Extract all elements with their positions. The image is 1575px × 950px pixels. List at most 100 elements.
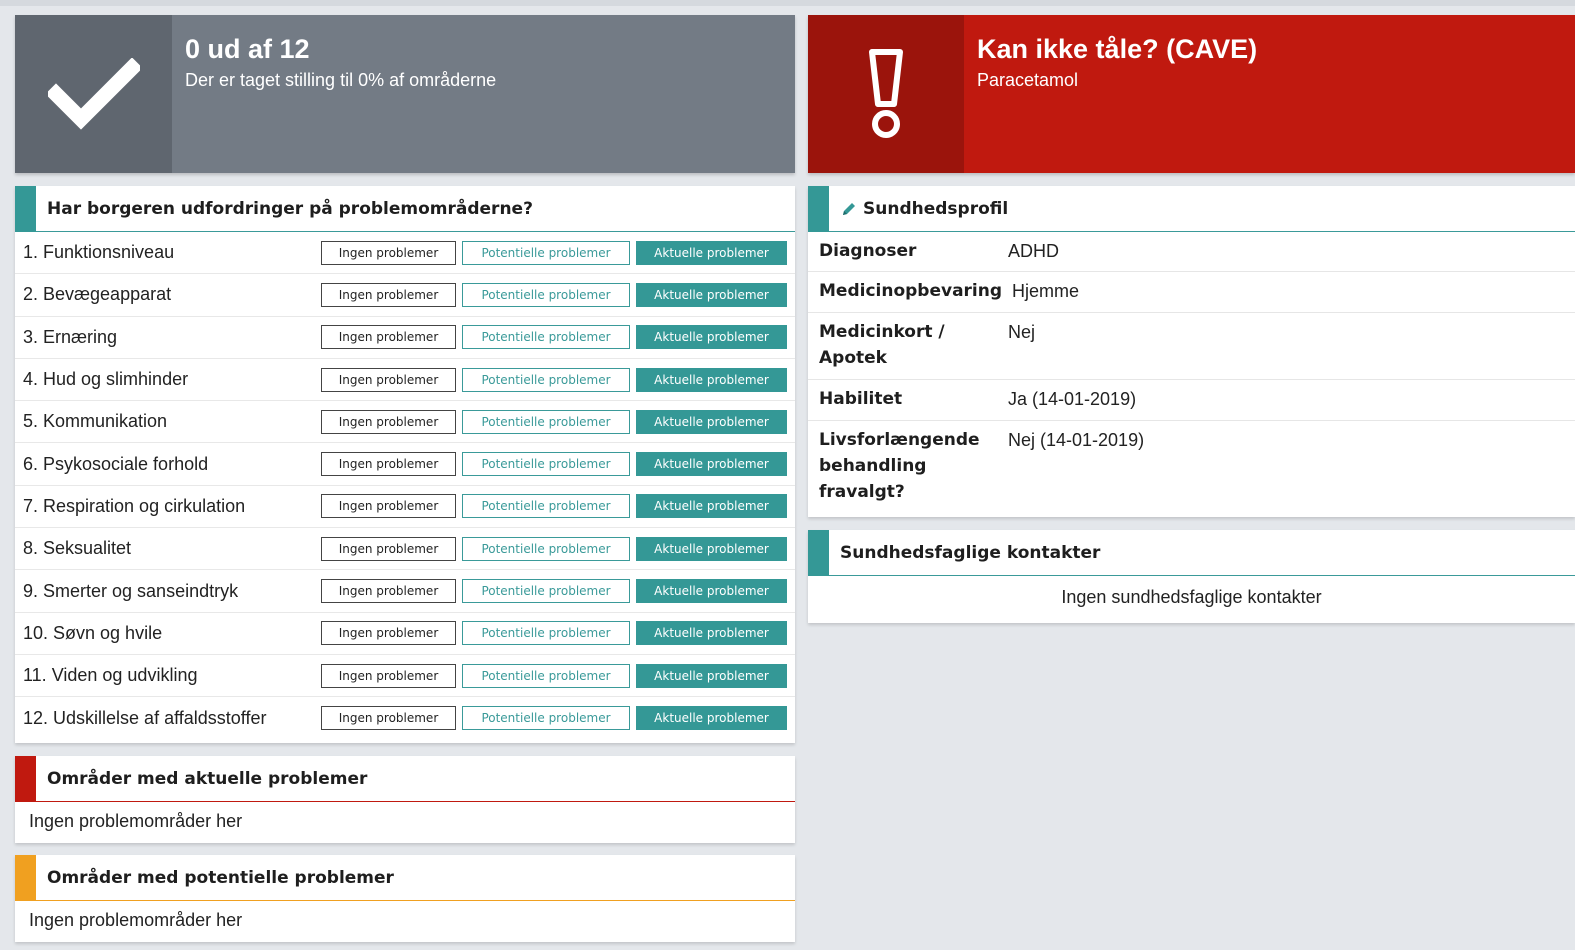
- problem-label: 5. Kommunikation: [23, 411, 168, 432]
- health-profile-panel: Sundhedsprofil Diagnoser ADHD Medicinopbev…: [808, 186, 1575, 517]
- exclamation-icon: [808, 15, 964, 173]
- actual-problems-button[interactable]: Aktuelle problemer: [636, 282, 787, 307]
- potential-problems-button[interactable]: Potentielle problemer: [462, 663, 630, 688]
- potential-problems-button[interactable]: Potentielle problemer: [462, 579, 630, 604]
- actual-problems-button[interactable]: Aktuelle problemer: [636, 579, 787, 604]
- no-problems-button[interactable]: Ingen problemer: [321, 409, 456, 434]
- no-problems-button[interactable]: Ingen problemer: [321, 536, 456, 561]
- edit-pencil-icon[interactable]: [840, 200, 858, 218]
- cave-tile: Kan ikke tåle? (CAVE) Paracetamol: [808, 15, 1575, 173]
- problem-areas-title: Har borgeren udfordringer på problemområ…: [47, 198, 533, 219]
- problem-label: 12. Udskillelse af affaldsstoffer: [23, 707, 267, 728]
- problem-label: 11. Viden og udvikling: [23, 665, 198, 686]
- header-accent: [15, 186, 36, 232]
- problem-row: 8. Seksualitet Ingen problemer Potentielle…: [15, 528, 795, 571]
- health-contacts-empty: Ingen sundhedsfaglige kontakter: [1061, 587, 1322, 607]
- profile-key: Medicinkort / Apotek: [819, 322, 945, 368]
- no-problems-button[interactable]: Ingen problemer: [321, 452, 456, 477]
- actual-problems-button[interactable]: Aktuelle problemer: [636, 452, 787, 477]
- top-strip: [0, 0, 1575, 6]
- problem-list: 1. Funktionsniveau Ingen problemer Potenti…: [15, 232, 795, 740]
- problem-row: 3. Ernæring Ingen problemer Potentielle pr…: [15, 317, 795, 359]
- problem-row: 2. Bevægeapparat Ingen problemer Potentiel…: [15, 274, 795, 317]
- problem-row: 6. Psykosociale forhold Ingen problemer Po…: [15, 443, 795, 486]
- problem-row: 5. Kommunikation Ingen problemer Potentiel…: [15, 401, 795, 444]
- no-problems-button[interactable]: Ingen problemer: [321, 494, 456, 519]
- potential-problems-button[interactable]: Potentielle problemer: [462, 367, 630, 392]
- problem-row: 10. Søvn og hvile Ingen problemer Potentie…: [15, 613, 795, 655]
- no-problems-button[interactable]: Ingen problemer: [321, 325, 456, 350]
- actual-problems-button[interactable]: Aktuelle problemer: [636, 536, 787, 561]
- cave-allergy: Paracetamol: [977, 70, 1079, 90]
- problem-row: 11. Viden og udvikling Ingen problemer Pot…: [15, 655, 795, 698]
- progress-tile: 0 ud af 12 Der er taget stilling til 0% …: [15, 15, 795, 173]
- actual-problems-button[interactable]: Aktuelle problemer: [636, 494, 787, 519]
- health-contacts-panel: Sundhedsfaglige kontakter Ingen sundheds…: [808, 530, 1575, 623]
- actual-problems-button[interactable]: Aktuelle problemer: [636, 325, 787, 350]
- no-problems-button[interactable]: Ingen problemer: [321, 706, 456, 731]
- potential-problems-empty: Ingen problemområder her: [29, 910, 243, 930]
- profile-key: Diagnoser: [819, 241, 917, 261]
- header-accent: [15, 855, 36, 901]
- profile-key: Medicinopbevaring: [819, 281, 1003, 301]
- actual-problems-button[interactable]: Aktuelle problemer: [636, 621, 787, 646]
- potential-problems-button[interactable]: Potentielle problemer: [462, 536, 630, 561]
- potential-problems-button[interactable]: Potentielle problemer: [462, 409, 630, 434]
- problem-label: 10. Søvn og hvile: [23, 622, 163, 643]
- potential-problems-button[interactable]: Potentielle problemer: [462, 494, 630, 519]
- progress-subtitle: Der er taget stilling til 0% af områdern…: [185, 70, 497, 90]
- no-problems-button[interactable]: Ingen problemer: [321, 579, 456, 604]
- problem-label: 6. Psykosociale forhold: [23, 453, 209, 474]
- actual-problems-title: Områder med aktuelle problemer: [47, 768, 368, 789]
- profile-key: Habilitet: [819, 389, 903, 409]
- health-contacts-header: Sundhedsfaglige kontakter: [808, 530, 1575, 576]
- no-problems-button[interactable]: Ingen problemer: [321, 621, 456, 646]
- header-accent: [15, 756, 36, 802]
- potential-problems-button[interactable]: Potentielle problemer: [462, 282, 630, 307]
- potential-problems-button[interactable]: Potentielle problemer: [462, 706, 630, 731]
- potential-problems-button[interactable]: Potentielle problemer: [462, 621, 630, 646]
- potential-problems-button[interactable]: Potentielle problemer: [462, 325, 630, 350]
- health-profile-title: Sundhedsprofil: [863, 198, 1009, 219]
- health-profile-header: Sundhedsprofil: [808, 186, 1575, 232]
- profile-value: Nej (14-01-2019): [1008, 430, 1145, 450]
- problem-areas-panel: Har borgeren udfordringer på problemområ…: [15, 186, 795, 743]
- checkmark-icon: [15, 15, 172, 173]
- problem-label: 9. Smerter og sanseindtryk: [23, 580, 239, 601]
- profile-row: Livsforlængende behandling fravalgt? Nej …: [808, 421, 1575, 517]
- actual-problems-header: Områder med aktuelle problemer: [15, 756, 795, 802]
- problem-row: 1. Funktionsniveau Ingen problemer Potenti…: [15, 232, 795, 275]
- actual-problems-empty: Ingen problemområder her: [29, 811, 243, 831]
- actual-problems-button[interactable]: Aktuelle problemer: [636, 240, 787, 265]
- problem-label: 4. Hud og slimhinder: [23, 369, 189, 390]
- potential-problems-button[interactable]: Potentielle problemer: [462, 240, 630, 265]
- problem-row: 9. Smerter og sanseindtryk Ingen probleme…: [15, 570, 795, 613]
- header-accent: [808, 530, 829, 576]
- actual-problems-panel: Områder med aktuelle problemer Ingen pro…: [15, 756, 795, 843]
- header-accent: [808, 186, 829, 232]
- potential-problems-title: Områder med potentielle problemer: [47, 867, 394, 888]
- potential-problems-button[interactable]: Potentielle problemer: [462, 452, 630, 477]
- health-contacts-title: Sundhedsfaglige kontakter: [840, 542, 1101, 563]
- profile-value: Hjemme: [1012, 281, 1080, 301]
- no-problems-button[interactable]: Ingen problemer: [321, 367, 456, 392]
- no-problems-button[interactable]: Ingen problemer: [321, 282, 456, 307]
- problem-label: 3. Ernæring: [23, 326, 118, 347]
- actual-problems-button[interactable]: Aktuelle problemer: [636, 367, 787, 392]
- profile-value: Nej: [1008, 322, 1036, 342]
- problem-areas-header: Har borgeren udfordringer på problemområ…: [15, 186, 795, 232]
- no-problems-button[interactable]: Ingen problemer: [321, 240, 456, 265]
- profile-value: ADHD: [1008, 241, 1060, 261]
- potential-problems-header: Områder med potentielle problemer: [15, 855, 795, 901]
- profile-key: Livsforlængende behandling fravalgt?: [819, 430, 980, 502]
- no-problems-button[interactable]: Ingen problemer: [321, 663, 456, 688]
- actual-problems-button[interactable]: Aktuelle problemer: [636, 706, 787, 731]
- profile-row: Medicinopbevaring Hjemme: [808, 272, 1575, 313]
- problem-label: 7. Respiration og cirkulation: [23, 495, 246, 516]
- problem-label: 1. Funktionsniveau: [23, 242, 175, 263]
- problem-row: 12. Udskillelse af affaldsstoffer Ingen p…: [15, 697, 795, 739]
- problem-row: 4. Hud og slimhinder Ingen problemer Poten…: [15, 359, 795, 402]
- actual-problems-button[interactable]: Aktuelle problemer: [636, 409, 787, 434]
- profile-row: Diagnoser ADHD: [808, 232, 1575, 272]
- actual-problems-button[interactable]: Aktuelle problemer: [636, 663, 787, 688]
